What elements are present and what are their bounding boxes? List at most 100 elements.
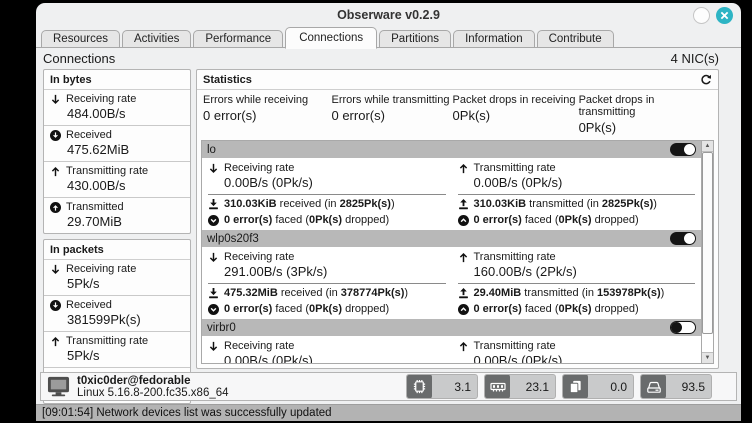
hostname: t0xic0der@fedorable <box>77 375 229 387</box>
byte-receiving-rate-row: Receiving rate 484.00B/s <box>44 90 190 126</box>
byte-transmitting-rate-row: Transmitting rate 430.00B/s <box>44 162 190 198</box>
drops-transmitting-label: Packet drops in transmitting <box>579 94 712 118</box>
circle-arrow-up-icon <box>50 202 61 213</box>
statistics-title: Statistics <box>203 74 252 86</box>
interface-header: wlp0s20f3 <box>202 230 701 247</box>
arrow-up-icon <box>458 163 469 174</box>
tab-partitions[interactable]: Partitions <box>379 30 451 48</box>
arrow-down-icon <box>208 252 219 263</box>
tx-rate-value: 160.00B/s (2Pk/s) <box>458 263 696 283</box>
kernel-version: Linux 5.16.8-200.fc35.x86_64 <box>77 387 229 399</box>
cpu-usage: 3.1 <box>406 374 478 399</box>
app-window: Obserware v0.2.9 Resources Activities Pe… <box>36 3 741 421</box>
download-icon <box>208 288 219 299</box>
scroll-down-arrow[interactable]: ▼ <box>702 352 713 363</box>
in-packets-title: In packets <box>44 240 190 260</box>
packet-transmitting-rate-row: Transmitting rate 5Pk/s <box>44 332 190 368</box>
page-title: Connections <box>43 51 115 66</box>
errors-receiving-label: Errors while receiving <box>203 94 331 106</box>
disk-usage-value: 93.5 <box>666 380 711 394</box>
upload-icon <box>458 199 469 210</box>
rx-total-line: 310.03KiB received (in 2825Pk(s)) <box>208 195 446 211</box>
interface-card-lo: lo Receiving rate 0.00B/s (0Pk/s) 310.03… <box>202 141 701 230</box>
arrow-down-icon <box>208 163 219 174</box>
scroll-up-arrow[interactable]: ▲ <box>702 141 713 152</box>
minimize-button[interactable] <box>693 7 710 24</box>
in-bytes-title: In bytes <box>44 70 190 90</box>
packets-received-row: Received 381599Pk(s) <box>44 296 190 332</box>
rx-rate-value: 291.00B/s (3Pk/s) <box>208 263 446 283</box>
byte-transmitting-rate-value: 430.00B/s <box>50 178 184 193</box>
tab-information[interactable]: Information <box>453 30 535 48</box>
rx-error-line: 0 error(s) faced (0Pk(s) dropped) <box>208 211 446 227</box>
rx-total-line: 475.32MiB received (in 378774Pk(s)) <box>208 284 446 300</box>
interface-card-wlp0s20f3: wlp0s20f3 Receiving rate 291.00B/s (3Pk/… <box>202 230 701 319</box>
drops-receiving-label: Packet drops in receiving <box>453 94 579 106</box>
status-message: [09:01:54] Network devices list was succ… <box>42 407 332 419</box>
cpu-icon <box>407 374 432 399</box>
refresh-icon[interactable] <box>700 74 712 86</box>
close-button[interactable] <box>716 7 733 24</box>
byte-receiving-rate-value: 484.00B/s <box>50 106 184 121</box>
download-icon <box>208 199 219 210</box>
circle-chevron-down-icon <box>208 215 219 226</box>
in-bytes-panel: In bytes Receiving rate 484.00B/s Receiv… <box>43 69 191 234</box>
rx-rate-value: 0.00B/s (0Pk/s) <box>208 174 446 194</box>
statistics-summary: Errors while receiving0 error(s) Errors … <box>197 90 718 140</box>
scroll-track[interactable] <box>702 152 713 352</box>
interface-card-virbr0: virbr0 Receiving rate 0.00B/s (0Pk/s) 0.… <box>202 319 701 363</box>
scrollbar[interactable]: ▲ ▼ <box>701 141 713 363</box>
computer-icon <box>47 375 70 398</box>
tab-performance[interactable]: Performance <box>193 30 283 48</box>
bytes-transmitted-value: 29.70MiB <box>50 214 184 229</box>
tab-activities[interactable]: Activities <box>122 30 191 48</box>
tx-total-line: 29.40MiB transmitted (in 153978Pk(s)) <box>458 284 696 300</box>
packet-receiving-rate-row: Receiving rate 5Pk/s <box>44 260 190 296</box>
circle-chevron-up-icon <box>458 215 469 226</box>
arrow-up-icon <box>50 336 61 347</box>
arrow-down-icon <box>50 94 61 105</box>
titlebar: Obserware v0.2.9 <box>36 3 741 27</box>
memory-usage: 23.1 <box>484 374 556 399</box>
bytes-transmitted-row: Transmitted 29.70MiB <box>44 198 190 233</box>
interface-toggle[interactable] <box>670 232 696 245</box>
drops-transmitting-value: 0Pk(s) <box>579 120 712 135</box>
arrow-up-icon <box>458 252 469 263</box>
circle-arrow-down-icon <box>50 130 61 141</box>
scroll-thumb[interactable] <box>702 152 713 334</box>
circle-arrow-down-icon <box>50 300 61 311</box>
interface-toggle[interactable] <box>670 321 696 334</box>
arrow-up-icon <box>458 341 469 352</box>
errors-transmitting-value: 0 error(s) <box>331 108 452 123</box>
packets-received-value: 381599Pk(s) <box>50 312 184 327</box>
bytes-received-value: 475.62MiB <box>50 142 184 157</box>
interface-header: lo <box>202 141 701 158</box>
arrow-down-icon <box>208 341 219 352</box>
swap-usage: 0.0 <box>562 374 634 399</box>
status-bar: [09:01:54] Network devices list was succ… <box>36 404 741 421</box>
tab-resources[interactable]: Resources <box>41 30 120 48</box>
drops-receiving-value: 0Pk(s) <box>453 108 579 123</box>
upload-icon <box>458 288 469 299</box>
packet-receiving-rate-value: 5Pk/s <box>50 276 184 291</box>
tx-rate-value: 0.00B/s (0Pk/s) <box>458 352 696 363</box>
interface-name: wlp0s20f3 <box>207 233 259 245</box>
usage-metrics: 3.1 23.1 0.0 93.5 <box>406 374 712 399</box>
statistics-panel: Statistics Errors while receiving0 error… <box>196 69 719 369</box>
tab-bar: Resources Activities Performance Connect… <box>36 27 741 48</box>
rx-error-line: 0 error(s) faced (0Pk(s) dropped) <box>208 300 446 316</box>
host-bar: t0xic0der@fedorable Linux 5.16.8-200.fc3… <box>40 372 737 401</box>
circle-chevron-down-icon <box>208 304 219 315</box>
interface-header: virbr0 <box>202 319 701 336</box>
tx-error-line: 0 error(s) faced (0Pk(s) dropped) <box>458 211 696 227</box>
close-icon <box>720 11 729 20</box>
rx-rate-value: 0.00B/s (0Pk/s) <box>208 352 446 363</box>
tab-connections[interactable]: Connections <box>285 27 377 49</box>
circle-chevron-up-icon <box>458 304 469 315</box>
window-title: Obserware v0.2.9 <box>337 8 440 22</box>
tab-contribute[interactable]: Contribute <box>537 30 614 48</box>
disk-usage: 93.5 <box>640 374 712 399</box>
arrow-up-icon <box>50 166 61 177</box>
errors-receiving-value: 0 error(s) <box>203 108 331 123</box>
interface-toggle[interactable] <box>670 143 696 156</box>
